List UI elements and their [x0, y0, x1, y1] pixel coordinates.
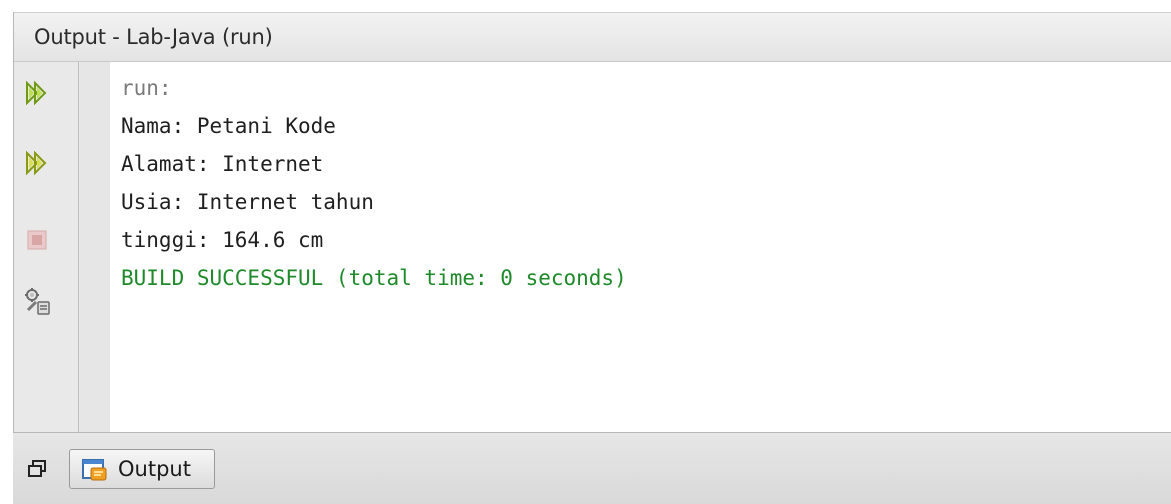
bottom-tab-bar: Output [13, 432, 1171, 504]
stop-button[interactable] [22, 225, 52, 255]
rerun-icon [26, 80, 47, 106]
console-line: Usia: Internet tahun [121, 190, 374, 214]
output-toolbar [14, 62, 81, 433]
restore-window-button[interactable] [27, 459, 47, 479]
panel-title: Output - Lab-Java (run) [34, 25, 273, 49]
build-status-line: BUILD SUCCESSFUL (total time: 0 seconds) [121, 266, 627, 290]
rerun-with-options-icon [26, 150, 47, 176]
panel-title-bar[interactable]: Output - Lab-Java (run) [14, 13, 1171, 62]
stop-icon [27, 230, 47, 250]
restore-window-icon [28, 460, 46, 477]
toolbar-divider [78, 62, 79, 433]
rerun-button[interactable] [22, 78, 52, 108]
output-tab[interactable]: Output [69, 449, 215, 489]
left-edge [0, 0, 13, 503]
rerun-with-options-button[interactable] [22, 148, 52, 178]
output-window-icon [82, 459, 107, 481]
console-output[interactable]: run: Nama: Petani Kode Alamat: Internet … [110, 62, 1171, 433]
settings-button[interactable] [22, 286, 52, 316]
output-panel: Output - Lab-Java (run) run: Nama: Petan… [13, 12, 1171, 433]
console-gutter [80, 62, 110, 433]
console-line: Nama: Petani Kode [121, 114, 336, 138]
settings-icon [25, 288, 50, 315]
console-line: Alamat: Internet [121, 152, 324, 176]
console-line: tinggi: 164.6 cm [121, 228, 324, 252]
console-line: run: [121, 76, 172, 100]
output-tab-label: Output [118, 457, 191, 481]
output-window: Output - Lab-Java (run) run: Nama: Petan… [0, 0, 1171, 504]
